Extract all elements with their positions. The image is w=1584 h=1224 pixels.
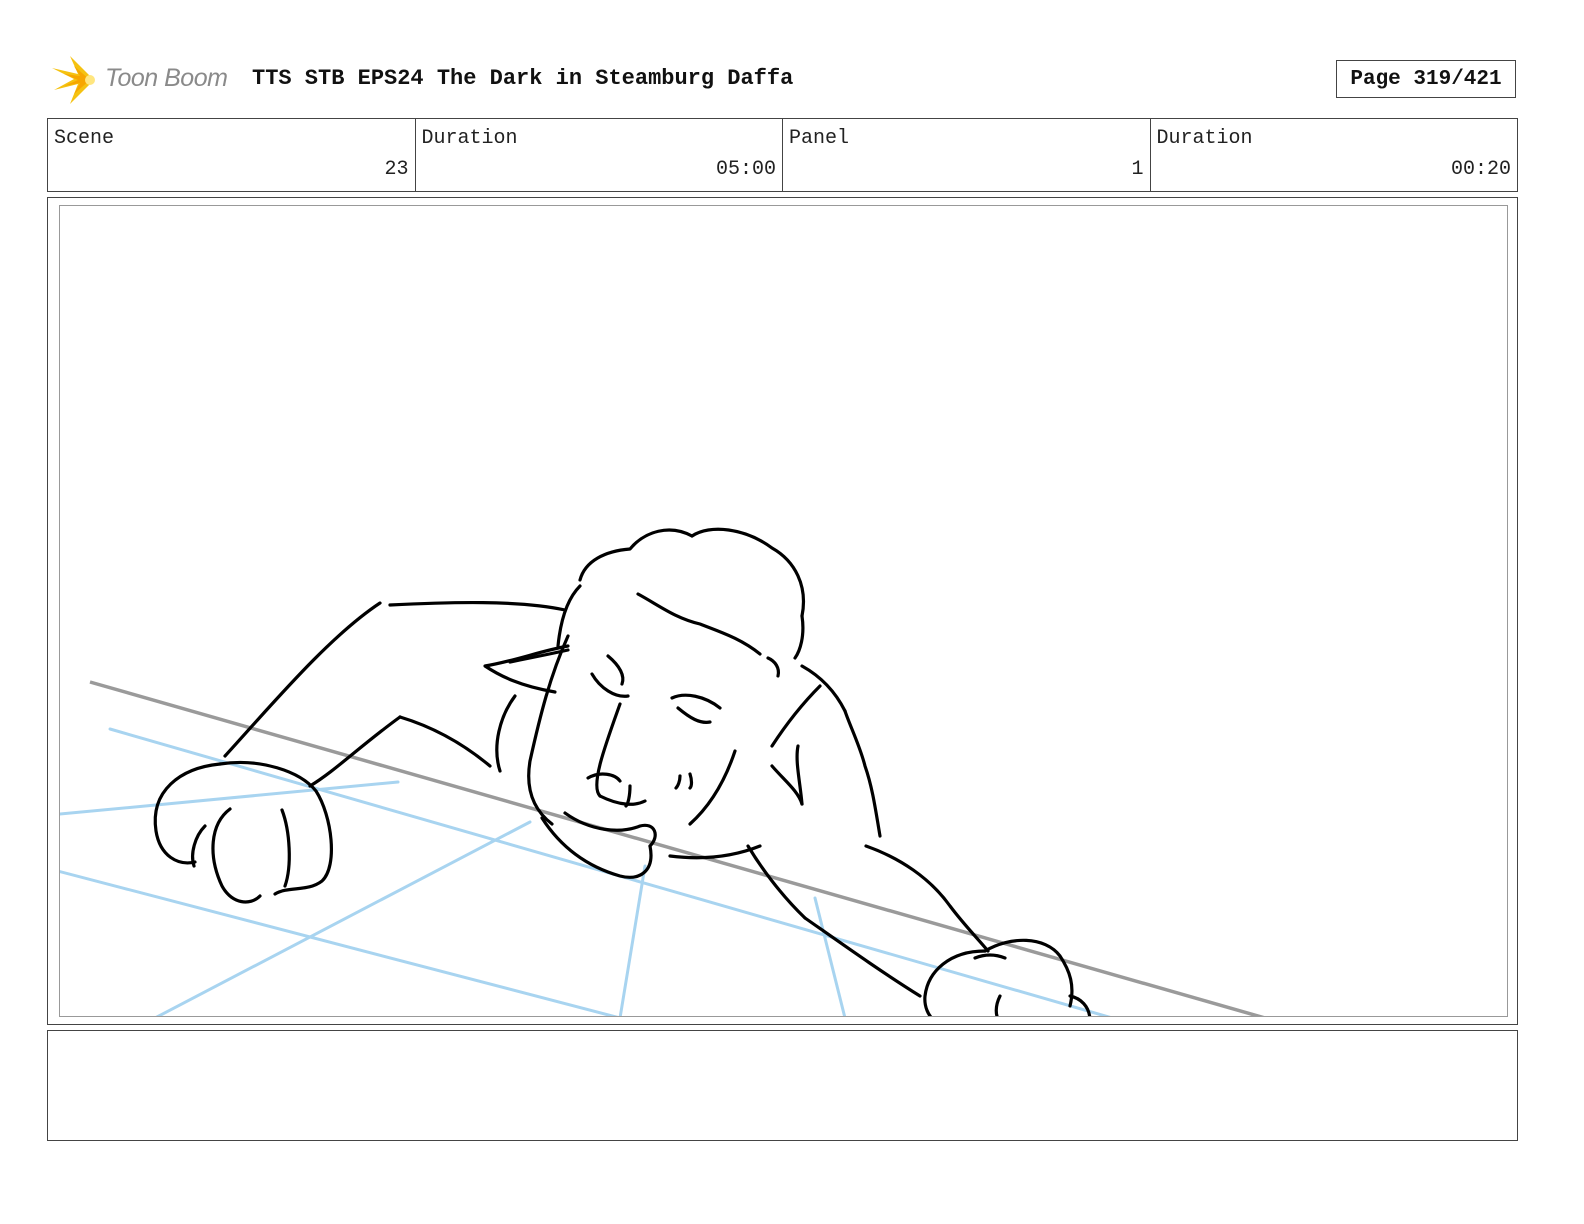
panel-cell: Panel 1 bbox=[783, 119, 1151, 191]
scene-duration-cell: Duration 05:00 bbox=[416, 119, 783, 191]
perspective-guides bbox=[60, 727, 1111, 1016]
notes-box bbox=[47, 1030, 1518, 1141]
scene-cell: Scene 23 bbox=[48, 119, 416, 191]
panel-duration-cell: Duration 00:20 bbox=[1151, 119, 1518, 191]
page-number-box: Page 319/421 bbox=[1336, 60, 1516, 98]
panel-duration-value: 00:20 bbox=[1450, 158, 1511, 181]
logo-text: Toon Boom bbox=[105, 64, 228, 92]
panel-label: Panel bbox=[789, 127, 850, 150]
scene-duration-value: 05:00 bbox=[715, 158, 776, 181]
toon-boom-logo: Toon Boom bbox=[50, 52, 240, 108]
page-number: Page 319/421 bbox=[1350, 67, 1502, 91]
panel-drawing-area bbox=[59, 205, 1508, 1017]
info-row: Scene 23 Duration 05:00 Panel 1 Duration… bbox=[47, 118, 1518, 192]
panel-duration-label: Duration bbox=[1156, 127, 1253, 150]
scene-label: Scene bbox=[54, 127, 115, 150]
starburst-icon bbox=[52, 56, 95, 104]
storyboard-title: TTS STB EPS24 The Dark in Steamburg Daff… bbox=[252, 66, 794, 91]
scene-value: 23 bbox=[384, 158, 409, 181]
panel-value: 1 bbox=[1131, 158, 1144, 181]
storyboard-panel bbox=[47, 197, 1518, 1025]
sketch-drawing bbox=[60, 527, 1265, 1016]
table-edge-line bbox=[89, 680, 1265, 1016]
scene-duration-label: Duration bbox=[421, 127, 518, 150]
